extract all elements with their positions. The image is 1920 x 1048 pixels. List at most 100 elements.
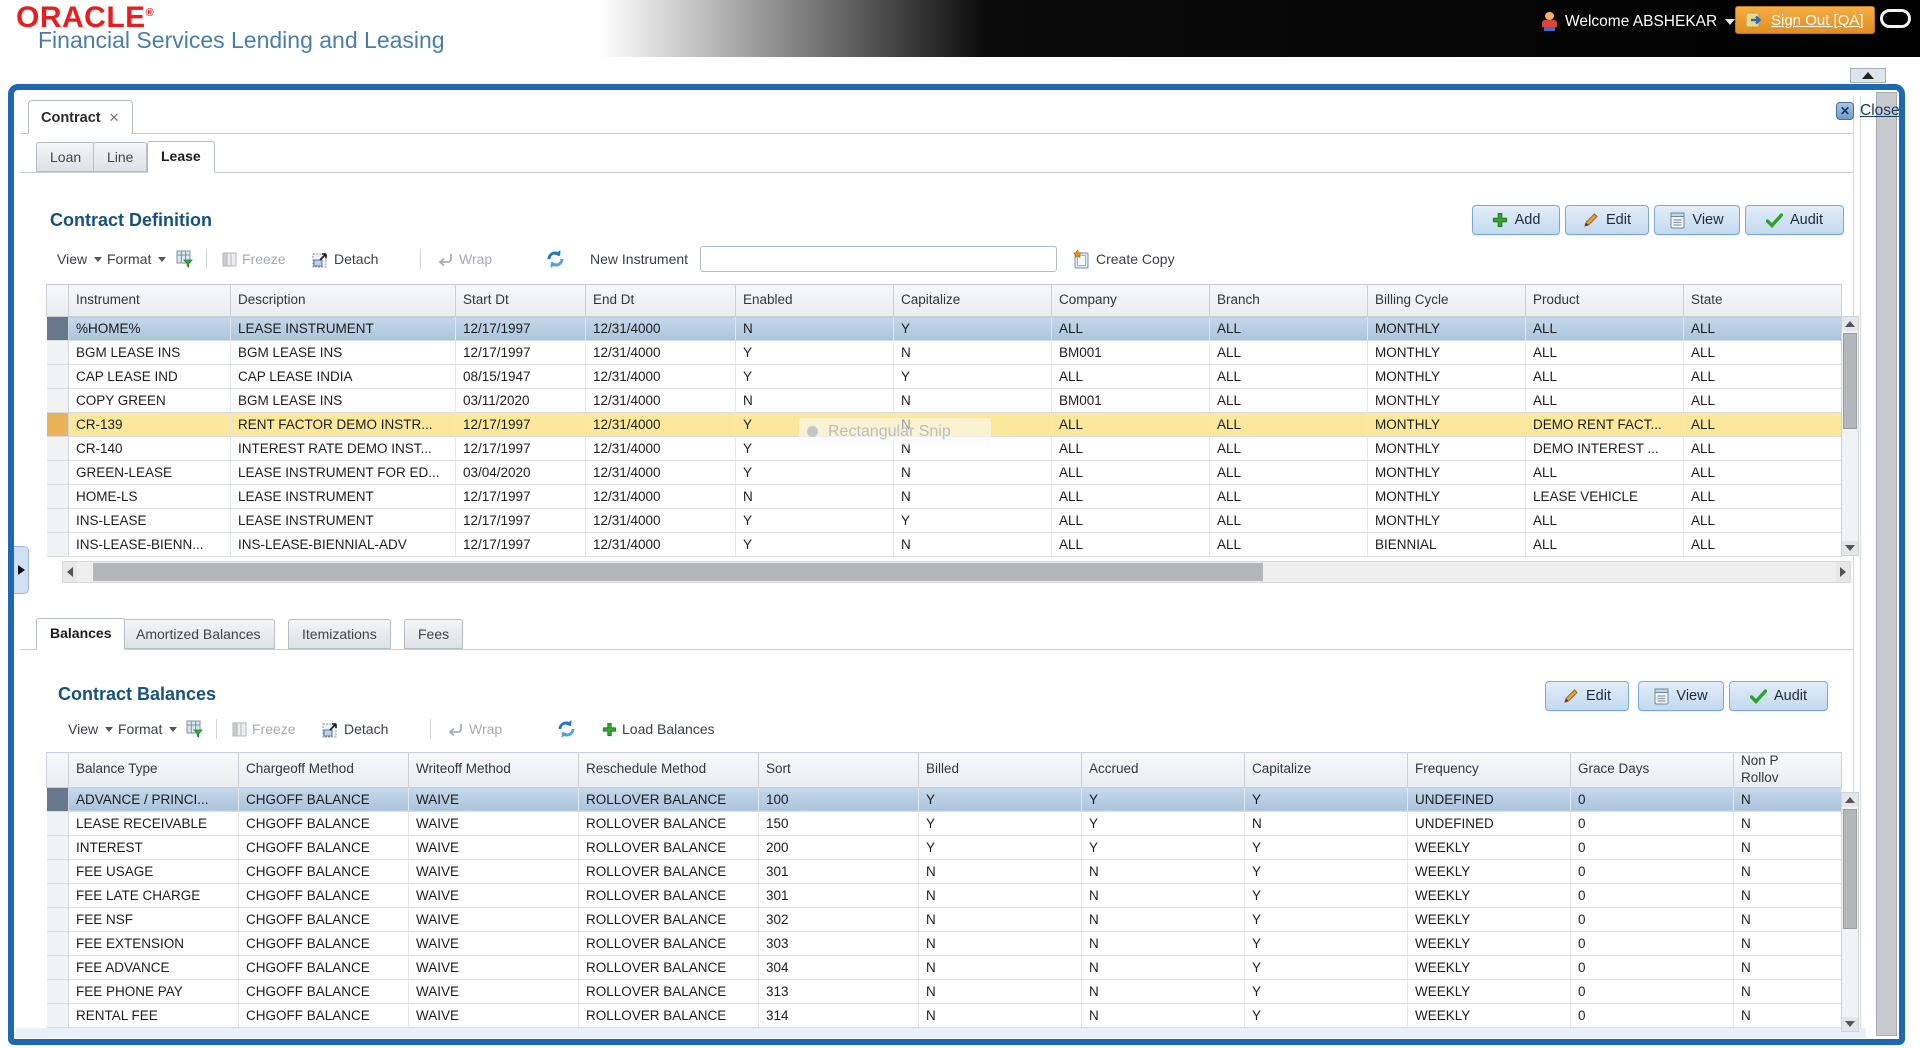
column-header[interactable]: Capitalize [1245, 753, 1408, 788]
table-row[interactable]: FEE NSFCHGOFF BALANCEWAIVEROLLOVER BALAN… [47, 907, 1842, 931]
scroll-right-button[interactable] [1836, 562, 1850, 582]
tab-close-icon[interactable]: ✕ [109, 110, 120, 126]
scroll-down-button[interactable] [1842, 1017, 1858, 1031]
column-header[interactable]: Company [1052, 285, 1210, 317]
column-header[interactable]: Billed [919, 753, 1082, 788]
column-header[interactable]: Enabled [736, 285, 894, 317]
add-button[interactable]: Add [1472, 205, 1560, 235]
tab-fees[interactable]: Fees [404, 619, 463, 649]
column-header[interactable]: Start Dt [456, 285, 586, 317]
edit-button[interactable]: Edit [1565, 205, 1649, 235]
wrap-button[interactable]: Wrap [447, 714, 502, 744]
table-row[interactable]: FEE LATE CHARGECHGOFF BALANCEWAIVEROLLOV… [47, 883, 1842, 907]
column-header[interactable]: Instrument [69, 285, 231, 317]
row-selector-cell[interactable] [47, 461, 69, 485]
column-header[interactable]: Reschedule Method [579, 753, 759, 788]
row-selector-cell[interactable] [47, 413, 69, 437]
refresh-button[interactable] [556, 714, 577, 744]
row-selector-cell[interactable] [47, 859, 69, 883]
scrollbar-thumb[interactable] [1843, 333, 1857, 429]
tab-loan[interactable]: Loan [36, 142, 95, 172]
table-row[interactable]: BGM LEASE INSBGM LEASE INS12/17/199712/3… [47, 341, 1842, 365]
row-selector-cell[interactable] [47, 955, 69, 979]
column-header[interactable]: Writeoff Method [409, 753, 579, 788]
row-selector-cell[interactable] [47, 835, 69, 859]
close-control[interactable]: ✕ Close [1836, 102, 1900, 120]
table-row[interactable]: INS-LEASE-BIENN...INS-LEASE-BIENNIAL-ADV… [47, 533, 1842, 557]
page-scrollbar[interactable] [1876, 92, 1897, 1036]
scroll-up-button[interactable] [1842, 317, 1858, 331]
refresh-button[interactable] [545, 244, 566, 274]
column-header[interactable]: Branch [1210, 285, 1368, 317]
table-row[interactable]: CAP LEASE INDCAP LEASE INDIA08/15/194712… [47, 365, 1842, 389]
view-button[interactable]: View [1654, 205, 1740, 235]
format-menu[interactable]: Format [118, 714, 177, 744]
load-balances-button[interactable]: Load Balances [602, 714, 715, 744]
scrollbar-thumb[interactable] [1843, 809, 1857, 929]
column-header[interactable]: Description [231, 285, 456, 317]
row-selector-cell[interactable] [47, 389, 69, 413]
scroll-up-button[interactable] [1842, 793, 1858, 807]
format-menu[interactable]: Format [107, 244, 166, 274]
table-row[interactable]: INTERESTCHGOFF BALANCEWAIVEROLLOVER BALA… [47, 835, 1842, 859]
table-row[interactable]: FEE USAGECHGOFF BALANCEWAIVEROLLOVER BAL… [47, 859, 1842, 883]
scroll-left-button[interactable] [63, 562, 77, 582]
table-row[interactable]: GREEN-LEASELEASE INSTRUMENT FOR ED...03/… [47, 461, 1842, 485]
column-header[interactable]: Chargeoff Method [239, 753, 409, 788]
column-header[interactable]: Non P Rollov [1734, 753, 1842, 788]
new-instrument-input[interactable] [700, 246, 1057, 272]
tab-line[interactable]: Line [93, 142, 147, 172]
table-row[interactable]: %HOME%LEASE INSTRUMENT12/17/199712/31/40… [47, 317, 1842, 341]
row-selector-cell[interactable] [47, 437, 69, 461]
row-selector-cell[interactable] [47, 907, 69, 931]
tab-amortized-balances[interactable]: Amortized Balances [122, 619, 275, 649]
table-row[interactable]: HOME-LSLEASE INSTRUMENT12/17/199712/31/4… [47, 485, 1842, 509]
row-selector-cell[interactable] [47, 341, 69, 365]
column-header[interactable]: Grace Days [1571, 753, 1734, 788]
row-selector-cell[interactable] [47, 883, 69, 907]
table-row[interactable]: RENTAL FEECHGOFF BALANCEWAIVEROLLOVER BA… [47, 1003, 1842, 1027]
table-row[interactable]: ADVANCE / PRINCI...CHGOFF BALANCEWAIVERO… [47, 787, 1842, 811]
column-header[interactable]: End Dt [586, 285, 736, 317]
page-scroll-up-button[interactable] [1850, 68, 1886, 83]
row-selector-cell[interactable] [47, 1003, 69, 1027]
tab-balances[interactable]: Balances [36, 618, 125, 650]
tab-itemizations[interactable]: Itemizations [288, 619, 391, 649]
table-row[interactable]: COPY GREENBGM LEASE INS03/11/202012/31/4… [47, 389, 1842, 413]
view-menu[interactable]: View [68, 714, 113, 744]
table1-horizontal-scrollbar[interactable] [62, 561, 1851, 583]
collapse-pane-handle[interactable] [14, 546, 29, 594]
freeze-button[interactable]: Freeze [232, 714, 296, 744]
detach-button[interactable]: Detach [312, 244, 378, 274]
detach-button[interactable]: Detach [322, 714, 388, 744]
column-header[interactable]: Balance Type [69, 753, 239, 788]
row-selector-cell[interactable] [47, 509, 69, 533]
table2-vertical-scrollbar[interactable] [1841, 792, 1859, 1032]
column-header[interactable]: Sort [759, 753, 919, 788]
row-selector-cell[interactable] [47, 811, 69, 835]
table-row[interactable]: FEE EXTENSIONCHGOFF BALANCEWAIVEROLLOVER… [47, 931, 1842, 955]
sign-out-button[interactable]: Sign Out [QA] [1735, 6, 1875, 34]
oracle-cloud-icon[interactable] [1880, 9, 1911, 28]
row-selector-cell[interactable] [47, 533, 69, 557]
table-row[interactable]: FEE ADVANCECHGOFF BALANCEWAIVEROLLOVER B… [47, 955, 1842, 979]
scroll-down-button[interactable] [1842, 541, 1858, 555]
table1-vertical-scrollbar[interactable] [1841, 316, 1859, 556]
table-row[interactable]: LEASE RECEIVABLECHGOFF BALANCEWAIVEROLLO… [47, 811, 1842, 835]
column-header[interactable]: Accrued [1082, 753, 1245, 788]
tab-lease[interactable]: Lease [147, 141, 215, 173]
table-row[interactable]: INS-LEASELEASE INSTRUMENT12/17/199712/31… [47, 509, 1842, 533]
row-selector-cell[interactable] [47, 317, 69, 341]
balances-audit-button[interactable]: Audit [1729, 681, 1828, 711]
row-selector-cell[interactable] [47, 365, 69, 389]
row-selector-cell[interactable] [47, 979, 69, 1003]
scrollbar-thumb[interactable] [93, 563, 1263, 581]
wrap-button[interactable]: Wrap [437, 244, 492, 274]
column-header[interactable]: Product [1526, 285, 1684, 317]
column-header[interactable]: Billing Cycle [1368, 285, 1526, 317]
audit-button[interactable]: Audit [1745, 205, 1844, 235]
balances-view-button[interactable]: View [1638, 681, 1724, 711]
freeze-button[interactable]: Freeze [222, 244, 286, 274]
row-selector-cell[interactable] [47, 931, 69, 955]
view-menu[interactable]: View [57, 244, 102, 274]
